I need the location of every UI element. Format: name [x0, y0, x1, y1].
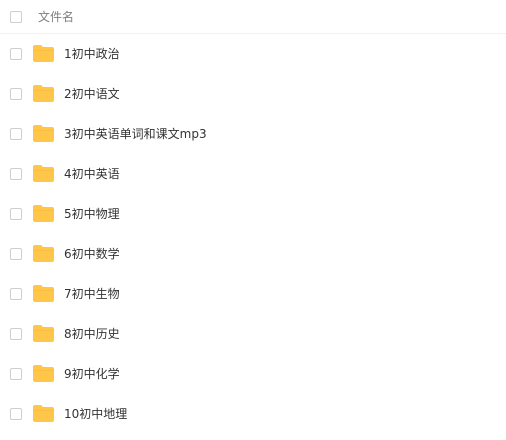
file-name[interactable]: 3初中英语单词和课文mp3: [64, 126, 207, 142]
file-name[interactable]: 1初中政治: [64, 46, 120, 62]
file-row[interactable]: 5初中物理: [0, 194, 506, 234]
file-name[interactable]: 7初中生物: [64, 286, 120, 302]
row-checkbox[interactable]: [10, 128, 22, 140]
file-name[interactable]: 8初中历史: [64, 326, 120, 342]
row-checkbox[interactable]: [10, 288, 22, 300]
file-row[interactable]: 1初中政治: [0, 34, 506, 74]
file-row[interactable]: 3初中英语单词和课文mp3: [0, 114, 506, 154]
name-column-header[interactable]: 文件名: [38, 9, 74, 25]
file-row[interactable]: 4初中英语: [0, 154, 506, 194]
row-checkbox[interactable]: [10, 248, 22, 260]
row-checkbox[interactable]: [10, 208, 22, 220]
file-row[interactable]: 9初中化学: [0, 354, 506, 394]
file-row[interactable]: 6初中数学: [0, 234, 506, 274]
row-checkbox[interactable]: [10, 328, 22, 340]
file-name[interactable]: 10初中地理: [64, 406, 127, 422]
folder-icon[interactable]: [33, 85, 54, 102]
file-row[interactable]: 7初中生物: [0, 274, 506, 314]
file-row[interactable]: 2初中语文: [0, 74, 506, 114]
folder-icon[interactable]: [33, 365, 54, 382]
folder-icon[interactable]: [33, 245, 54, 262]
file-name[interactable]: 2初中语文: [64, 86, 120, 102]
file-name[interactable]: 4初中英语: [64, 166, 120, 182]
row-checkbox[interactable]: [10, 408, 22, 420]
folder-icon[interactable]: [33, 45, 54, 62]
folder-icon[interactable]: [33, 205, 54, 222]
list-header: 文件名: [0, 0, 506, 34]
row-checkbox[interactable]: [10, 88, 22, 100]
row-checkbox[interactable]: [10, 48, 22, 60]
file-name[interactable]: 5初中物理: [64, 206, 120, 222]
file-row[interactable]: 10初中地理: [0, 394, 506, 434]
folder-icon[interactable]: [33, 405, 54, 422]
select-all-checkbox[interactable]: [10, 11, 22, 23]
folder-icon[interactable]: [33, 165, 54, 182]
file-name[interactable]: 9初中化学: [64, 366, 120, 382]
file-list: 文件名 1初中政治 2初中语文 3初中英语单词和课文mp3 4初中英语 5初中物…: [0, 0, 506, 440]
file-name[interactable]: 6初中数学: [64, 246, 120, 262]
row-checkbox[interactable]: [10, 368, 22, 380]
folder-icon[interactable]: [33, 285, 54, 302]
row-checkbox[interactable]: [10, 168, 22, 180]
file-row[interactable]: 8初中历史: [0, 314, 506, 354]
folder-icon[interactable]: [33, 125, 54, 142]
folder-icon[interactable]: [33, 325, 54, 342]
